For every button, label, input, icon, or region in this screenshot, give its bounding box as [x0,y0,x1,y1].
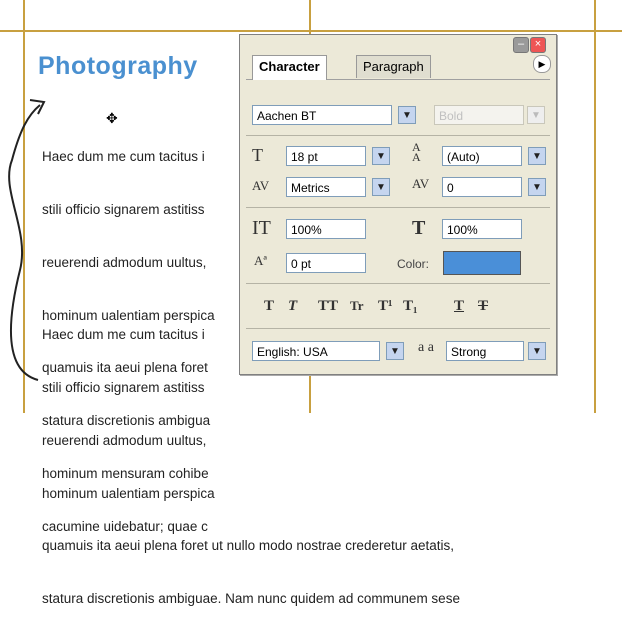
font-style-dropdown-icon: ▼ [527,106,545,124]
kerning-dropdown-icon[interactable]: ▼ [372,178,390,196]
baseline-shift-icon: Aª [254,253,267,268]
superscript-button[interactable]: T¹ [378,298,393,315]
palette-menu-icon[interactable]: ▶ [533,55,551,73]
subscript-button[interactable]: T₁ [403,298,418,315]
antialias-select[interactable]: Strong [446,341,524,361]
vertical-guide-right [594,0,596,413]
antialias-icon: a a [418,340,434,355]
faux-bold-button[interactable]: T [264,298,274,315]
palette-tabs: Character Paragraph [246,55,550,80]
divider [246,207,550,208]
palette-titlebar[interactable] [240,35,556,49]
tracking-icon: AV [412,176,430,191]
font-size-input[interactable]: 18 pt [286,146,366,166]
leading-dropdown-icon[interactable]: ▼ [528,147,546,165]
tracking-dropdown-icon[interactable]: ▼ [528,178,546,196]
language-select[interactable]: English: USA [252,341,380,361]
vertical-scale-input[interactable]: 100% [286,219,366,239]
kerning-input[interactable]: Metrics [286,177,366,197]
all-caps-button[interactable]: TT [318,298,338,315]
language-dropdown-icon[interactable]: ▼ [386,342,404,360]
horizontal-guide [0,30,622,32]
font-family-dropdown-icon[interactable]: ▼ [398,106,416,124]
text-cursor-icon: ✥ [106,110,118,126]
horizontal-scale-input[interactable]: 100% [442,219,522,239]
text-line[interactable]: hominum ualentiam perspica [42,485,460,503]
character-palette: – × Character Paragraph ▶ Aachen BT ▼ Bo… [239,34,557,375]
underline-button[interactable]: T [454,298,464,315]
horizontal-scale-icon: T [412,217,426,239]
divider [246,283,550,284]
font-family-select[interactable]: Aachen BT [252,105,392,125]
font-style-select: Bold [434,105,524,125]
leading-icon: AA [412,140,421,164]
small-caps-button[interactable]: Tr [350,298,363,314]
vertical-scale-icon: IT [252,217,271,239]
font-size-icon: T [252,145,263,165]
color-label: Color: [397,257,430,271]
faux-italic-button[interactable]: T [288,298,297,315]
text-line[interactable]: statura discretionis ambiguae. Nam nunc … [42,590,460,608]
color-swatch[interactable] [443,251,521,275]
leading-input[interactable]: (Auto) [442,146,522,166]
tab-character[interactable]: Character [252,55,327,80]
flow-arrow-icon [8,99,46,381]
strikethrough-button[interactable]: T [478,298,488,315]
kerning-icon: AV [252,178,270,193]
close-button[interactable]: × [530,37,546,53]
tracking-input[interactable]: 0 [442,177,522,197]
tab-paragraph[interactable]: Paragraph [356,55,431,78]
antialias-dropdown-icon[interactable]: ▼ [528,342,546,360]
text-line[interactable]: quamuis ita aeui plena foret ut nullo mo… [42,537,460,555]
baseline-shift-input[interactable]: 0 pt [286,253,366,273]
font-size-dropdown-icon[interactable]: ▼ [372,147,390,165]
divider [246,328,550,329]
text-line[interactable]: reuerendi admodum uultus, [42,432,460,450]
minimize-button[interactable]: – [513,37,529,53]
divider [246,135,550,136]
